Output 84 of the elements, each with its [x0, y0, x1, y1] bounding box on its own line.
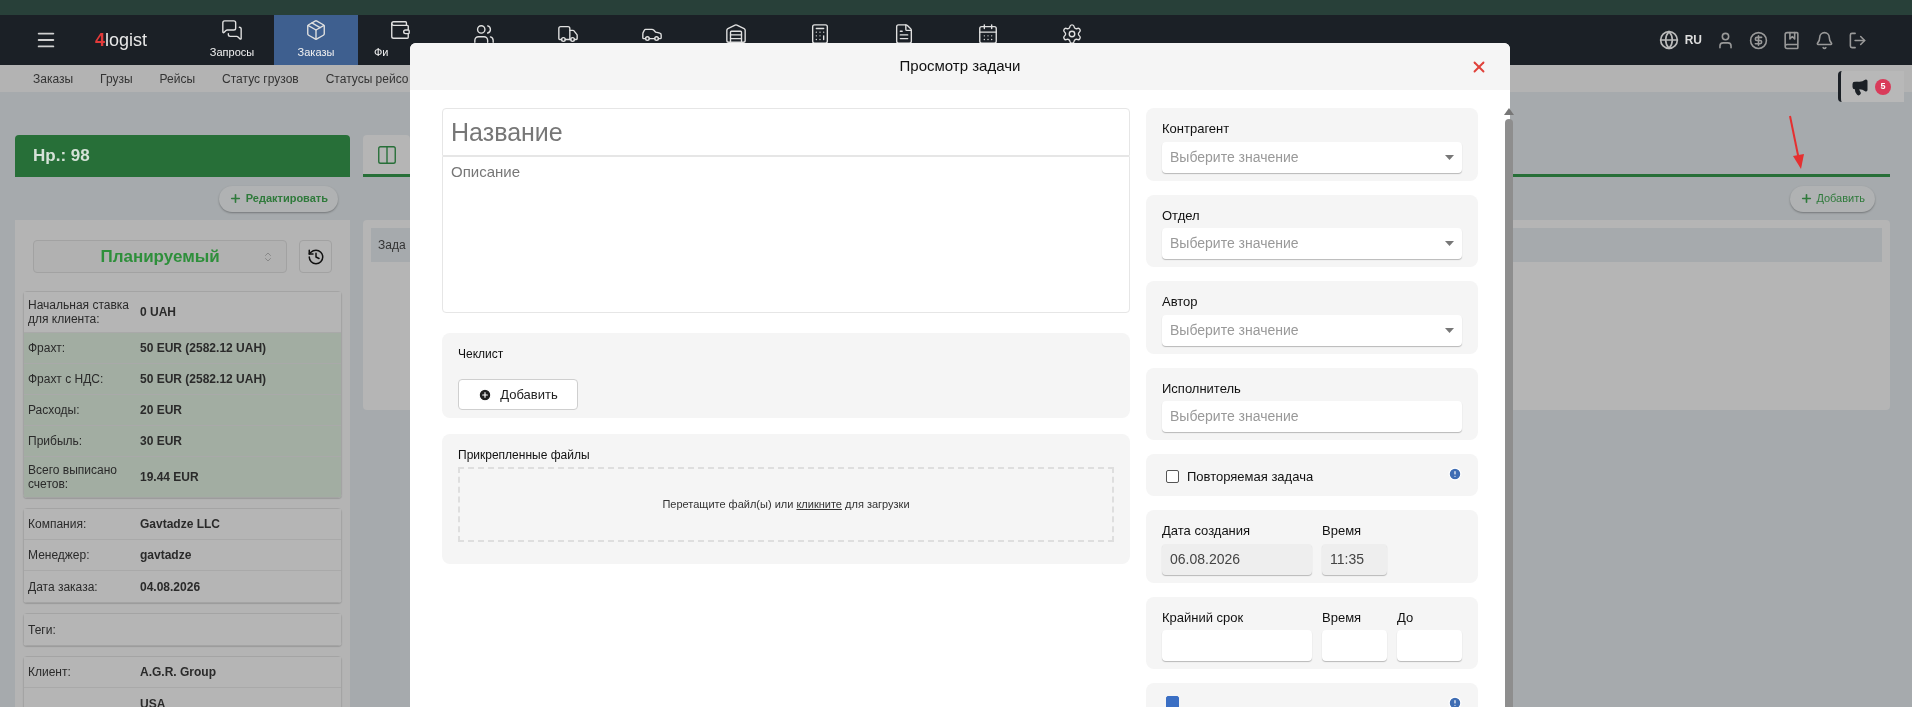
truck-icon[interactable] [557, 23, 579, 45]
globe-icon[interactable] [1658, 30, 1679, 50]
announcements-button[interactable]: 5 [1838, 71, 1904, 102]
logout-icon[interactable] [1848, 30, 1867, 50]
field-label: Контрагент [1162, 120, 1231, 138]
field-label: До [1397, 608, 1415, 627]
layout-tab[interactable] [363, 135, 410, 174]
history-icon [306, 247, 325, 266]
sub-nav-link[interactable]: Статус грузов [222, 69, 299, 88]
details-row: Фрахт: 50 EUR (2582.12 UAH) [24, 333, 341, 364]
settings-icon[interactable] [1061, 23, 1083, 45]
details-row: Всего выписано счетов: 19.44 EUR [24, 457, 341, 497]
info-icon[interactable] [1448, 696, 1462, 707]
sub-nav-link[interactable]: Грузы [100, 69, 133, 88]
field-label: Дата создания [1162, 522, 1252, 540]
upload-link[interactable]: кликните [796, 498, 842, 511]
checkbox[interactable] [1166, 696, 1179, 707]
input-field[interactable] [1397, 630, 1462, 661]
nav-tab[interactable]: Заказы [274, 15, 358, 65]
info-icon[interactable] [1448, 467, 1462, 481]
details-row: USA [24, 688, 341, 707]
bookmarked-book-icon[interactable] [1782, 30, 1801, 50]
logo-text: logist [105, 28, 148, 52]
add-checklist-item-button[interactable]: Добавить [458, 379, 578, 410]
placeholder-text: Выберите значение [1170, 234, 1299, 253]
placeholder-text: Выберите значение [1170, 407, 1299, 426]
logo-mark: 4 [95, 28, 105, 52]
scrollbar[interactable] [1504, 108, 1514, 707]
plus-circle-icon [478, 387, 493, 402]
details-row: Компания: Gavtadze LLC [24, 509, 341, 540]
input-field[interactable] [1322, 630, 1387, 661]
caret-down-icon [1445, 154, 1454, 160]
warehouse-icon[interactable] [725, 23, 747, 45]
placeholder-text: Выберите значение [1170, 147, 1299, 167]
drop-zone-hint: Перетащите файл(ы) или кликните для загрузки [662, 497, 910, 513]
sub-nav-link[interactable]: Рейсы [159, 69, 196, 88]
language-label[interactable]: RU [1684, 31, 1702, 49]
field-label: Автор [1162, 293, 1199, 311]
dollar-coin-icon[interactable] [1749, 30, 1768, 50]
input-field[interactable] [1162, 630, 1312, 661]
nav-tab[interactable]: Фи [358, 15, 442, 65]
document-icon[interactable] [893, 23, 915, 45]
plus-icon [228, 192, 242, 205]
checkbox-label: Повторяемая задача [1187, 468, 1314, 486]
description-field[interactable]: Описание [442, 156, 1130, 313]
nav-tab[interactable]: Запросы [190, 15, 274, 65]
users-icon[interactable] [473, 23, 495, 45]
details-row: Фрахт с НДС: 50 EUR (2582.12 UAH) [24, 364, 341, 395]
bell-icon[interactable] [1815, 30, 1834, 50]
title-field[interactable]: Название [442, 108, 1130, 156]
details-row: Прибыль: 30 EUR [24, 426, 341, 457]
details-row: Теги: [24, 614, 341, 645]
wallet-icon [389, 19, 411, 42]
checklist-label: Чеклист [458, 346, 504, 363]
chat-bubbles-icon [221, 19, 243, 42]
package-icon [305, 19, 327, 42]
scroll-up-arrow-icon[interactable] [1504, 108, 1514, 115]
order-number: Нр.: 98 [33, 145, 90, 168]
caret-down-icon [1445, 241, 1454, 246]
attachments-label: Прикрепленные файлы [458, 447, 591, 464]
field-label: Отдел [1162, 206, 1201, 225]
checkbox[interactable] [1166, 470, 1179, 484]
details-row: Дата заказа: 04.08.2026 [24, 571, 341, 602]
details-row: Клиент: A.G.R. Group [24, 657, 341, 688]
user-icon[interactable] [1716, 30, 1735, 50]
file-drop-zone[interactable]: Перетащите файл(ы) или кликните для загрузки [458, 467, 1114, 542]
dialog-title: Просмотр задачи [899, 56, 1021, 77]
field-label: Исполнитель [1162, 379, 1242, 398]
notification-badge: 5 [1875, 78, 1891, 95]
sub-nav-link[interactable]: Заказы [33, 69, 74, 88]
placeholder-text: Выберите значение [1170, 320, 1299, 340]
calculator-icon[interactable] [809, 23, 831, 45]
field-label: Время [1322, 608, 1363, 627]
sub-nav-link[interactable]: Статусы рейсо [325, 69, 409, 88]
field-label: Крайний срок [1162, 608, 1245, 627]
plus-icon [1800, 192, 1814, 205]
caret-down-icon [1445, 327, 1454, 333]
field-label: Время [1322, 522, 1363, 540]
details-row: Менеджер: gavtadze [24, 540, 341, 571]
megaphone-icon [1851, 77, 1869, 96]
calendar-icon[interactable] [977, 23, 999, 45]
history-button[interactable] [299, 240, 332, 273]
split-panel-icon [375, 143, 398, 166]
details-row: Расходы: 20 EUR [24, 395, 341, 426]
